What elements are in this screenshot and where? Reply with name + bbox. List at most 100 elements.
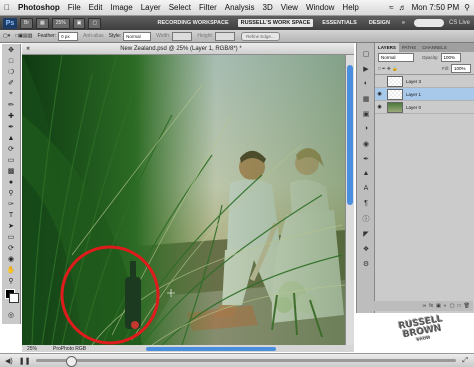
marquee-tool-preset-icon[interactable]: ▢▾ <box>3 33 10 39</box>
style-dropdown[interactable]: Normal <box>123 31 152 41</box>
quick-mask-icon[interactable]: ◎ <box>4 310 18 320</box>
tab-channels[interactable]: CHANNELS <box>419 43 450 52</box>
layer-row-layer-1[interactable]: ◉ Layer 1 <box>375 88 474 101</box>
status-zoom[interactable]: 25% <box>27 346 37 352</box>
color-panel-icon[interactable]: ◐ <box>360 79 372 88</box>
wifi-icon[interactable]: ≈ <box>389 3 393 12</box>
crop-tool-icon[interactable]: ⌖ <box>4 89 18 99</box>
hand-tool-icon[interactable]: ✋ <box>4 265 18 275</box>
menu-edit[interactable]: Edit <box>85 3 107 12</box>
lasso-tool-icon[interactable]: ❍ <box>4 67 18 77</box>
adjustment-layer-icon[interactable]: ◐ <box>444 303 447 309</box>
view-extras-button[interactable]: ▦ <box>36 17 49 29</box>
eye-icon[interactable]: ◉ <box>375 91 384 97</box>
workspace-more[interactable]: » <box>399 19 408 27</box>
status-color-profile[interactable]: ProPhoto RGB <box>53 346 86 352</box>
3d-rotate-tool-icon[interactable]: ⟳ <box>4 243 18 253</box>
screen-mode-button[interactable]: ▢ <box>88 17 102 29</box>
apple-menu-icon[interactable]:  <box>0 3 14 12</box>
menu-layer[interactable]: Layer <box>137 3 165 12</box>
progress-knob[interactable] <box>66 356 78 367</box>
shape-tool-icon[interactable]: ▭ <box>4 232 18 242</box>
pen-tool-icon[interactable]: ✑ <box>4 199 18 209</box>
brushes-panel-icon[interactable]: ✒ <box>360 154 372 163</box>
canvas-image[interactable] <box>22 55 345 345</box>
brush-tool-icon[interactable]: ✒ <box>4 122 18 132</box>
move-tool-icon[interactable]: ✥ <box>4 45 18 55</box>
menu-window[interactable]: Window <box>302 3 338 12</box>
volume-icon[interactable]: ◀) <box>5 357 13 365</box>
blur-tool-icon[interactable]: ● <box>4 177 18 187</box>
workspace-essentials[interactable]: ESSENTIALS <box>319 19 360 27</box>
menu-photoshop[interactable]: Photoshop <box>14 3 64 12</box>
menu-select[interactable]: Select <box>165 3 195 12</box>
navigator-panel-icon[interactable]: ◤ <box>360 229 372 238</box>
cs-live-button[interactable]: CS Live <box>449 20 470 26</box>
help-search-input[interactable] <box>413 19 444 27</box>
layer-style-icon[interactable]: fx <box>429 303 433 309</box>
eraser-tool-icon[interactable]: ▭ <box>4 155 18 165</box>
clone-stamp-tool-icon[interactable]: ▲ <box>4 133 18 143</box>
add-mask-icon[interactable]: ▣ <box>436 303 441 309</box>
menu-analysis[interactable]: Analysis <box>221 3 259 12</box>
path-selection-tool-icon[interactable]: ➤ <box>4 221 18 231</box>
info-panel-icon[interactable]: ⓘ <box>360 214 372 223</box>
healing-brush-tool-icon[interactable]: ✚ <box>4 111 18 121</box>
tab-paths[interactable]: PATHS <box>399 43 419 52</box>
menu-file[interactable]: File <box>64 3 85 12</box>
eyedropper-tool-icon[interactable]: ✏ <box>4 100 18 110</box>
document-tab[interactable]: ✖ New Zealand.psd @ 25% (Layer 1, RGB/8*… <box>22 43 354 55</box>
menu-image[interactable]: Image <box>106 3 136 12</box>
video-progress-bar[interactable] <box>36 356 457 367</box>
height-input[interactable] <box>215 31 236 41</box>
marquee-tool-icon[interactable]: □ <box>4 56 18 66</box>
adjustments-panel-icon[interactable]: ◑ <box>360 124 372 133</box>
new-group-icon[interactable]: ▢ <box>450 303 455 309</box>
masks-panel-icon[interactable]: ◉ <box>360 139 372 148</box>
menu-filter[interactable]: Filter <box>195 3 221 12</box>
antialias-checkbox[interactable]: Anti-alias <box>83 33 104 39</box>
zoom-level-dropdown[interactable]: 25% <box>51 17 70 29</box>
3d-panel-icon[interactable]: ❖ <box>360 244 372 253</box>
layer-row-layer-0[interactable]: ◉ Layer 0 <box>375 101 474 114</box>
width-input[interactable] <box>172 31 193 41</box>
eye-icon[interactable]: ◉ <box>375 104 384 110</box>
swatches-panel-icon[interactable]: ▦ <box>360 94 372 103</box>
fill-input[interactable]: 100% <box>451 64 471 73</box>
play-pause-icon[interactable]: ❚❚ <box>19 357 31 365</box>
link-layers-icon[interactable]: ∞ <box>423 303 427 309</box>
paragraph-panel-icon[interactable]: ¶ <box>360 199 372 208</box>
workspace-design[interactable]: DESIGN <box>366 19 393 27</box>
new-layer-icon[interactable]: □ <box>458 303 461 309</box>
quick-selection-tool-icon[interactable]: ✐ <box>4 78 18 88</box>
launch-bridge-button[interactable]: Br <box>20 17 33 29</box>
tool-presets-panel-icon[interactable]: ⚙ <box>360 259 372 268</box>
background-color-swatch[interactable] <box>9 293 19 303</box>
menubar-clock[interactable]: Mon 7:50 PM <box>412 3 460 12</box>
menu-3d[interactable]: 3D <box>259 3 277 12</box>
lock-icons[interactable]: □ ✒ ✥ 🔒 <box>378 66 398 72</box>
type-tool-icon[interactable]: T <box>4 210 18 220</box>
dodge-tool-icon[interactable]: ⚲ <box>4 188 18 198</box>
blend-mode-dropdown[interactable]: Normal <box>378 53 414 62</box>
opacity-input[interactable]: 100% <box>440 53 461 62</box>
spotlight-search-icon[interactable]: ⚲ <box>464 3 470 12</box>
gradient-tool-icon[interactable]: ▩ <box>4 166 18 176</box>
menu-help[interactable]: Help <box>338 3 362 12</box>
workspace-recording[interactable]: RECORDING WORKSPACE <box>155 19 232 27</box>
actions-panel-icon[interactable]: ▶ <box>360 64 372 73</box>
layer-row-layer-3[interactable]: Layer 3 <box>375 75 474 88</box>
scrollbar-thumb[interactable] <box>347 65 353 205</box>
feather-input[interactable]: 0 px <box>58 31 79 41</box>
volume-icon[interactable]: ♬ <box>399 3 407 12</box>
trash-icon[interactable]: 🗑 <box>464 303 470 309</box>
vertical-scrollbar[interactable] <box>346 55 354 345</box>
selection-mode-icons[interactable]: □▣▤▥ <box>15 33 32 39</box>
close-document-icon[interactable]: ✖ <box>26 46 30 52</box>
clone-source-panel-icon[interactable]: ▲ <box>360 169 372 178</box>
menu-view[interactable]: View <box>277 3 302 12</box>
3d-orbit-tool-icon[interactable]: ◉ <box>4 254 18 264</box>
fullscreen-icon[interactable]: ⤢ <box>462 357 468 365</box>
history-brush-tool-icon[interactable]: ⟳ <box>4 144 18 154</box>
arrange-documents-button[interactable]: ▣ <box>72 17 86 29</box>
